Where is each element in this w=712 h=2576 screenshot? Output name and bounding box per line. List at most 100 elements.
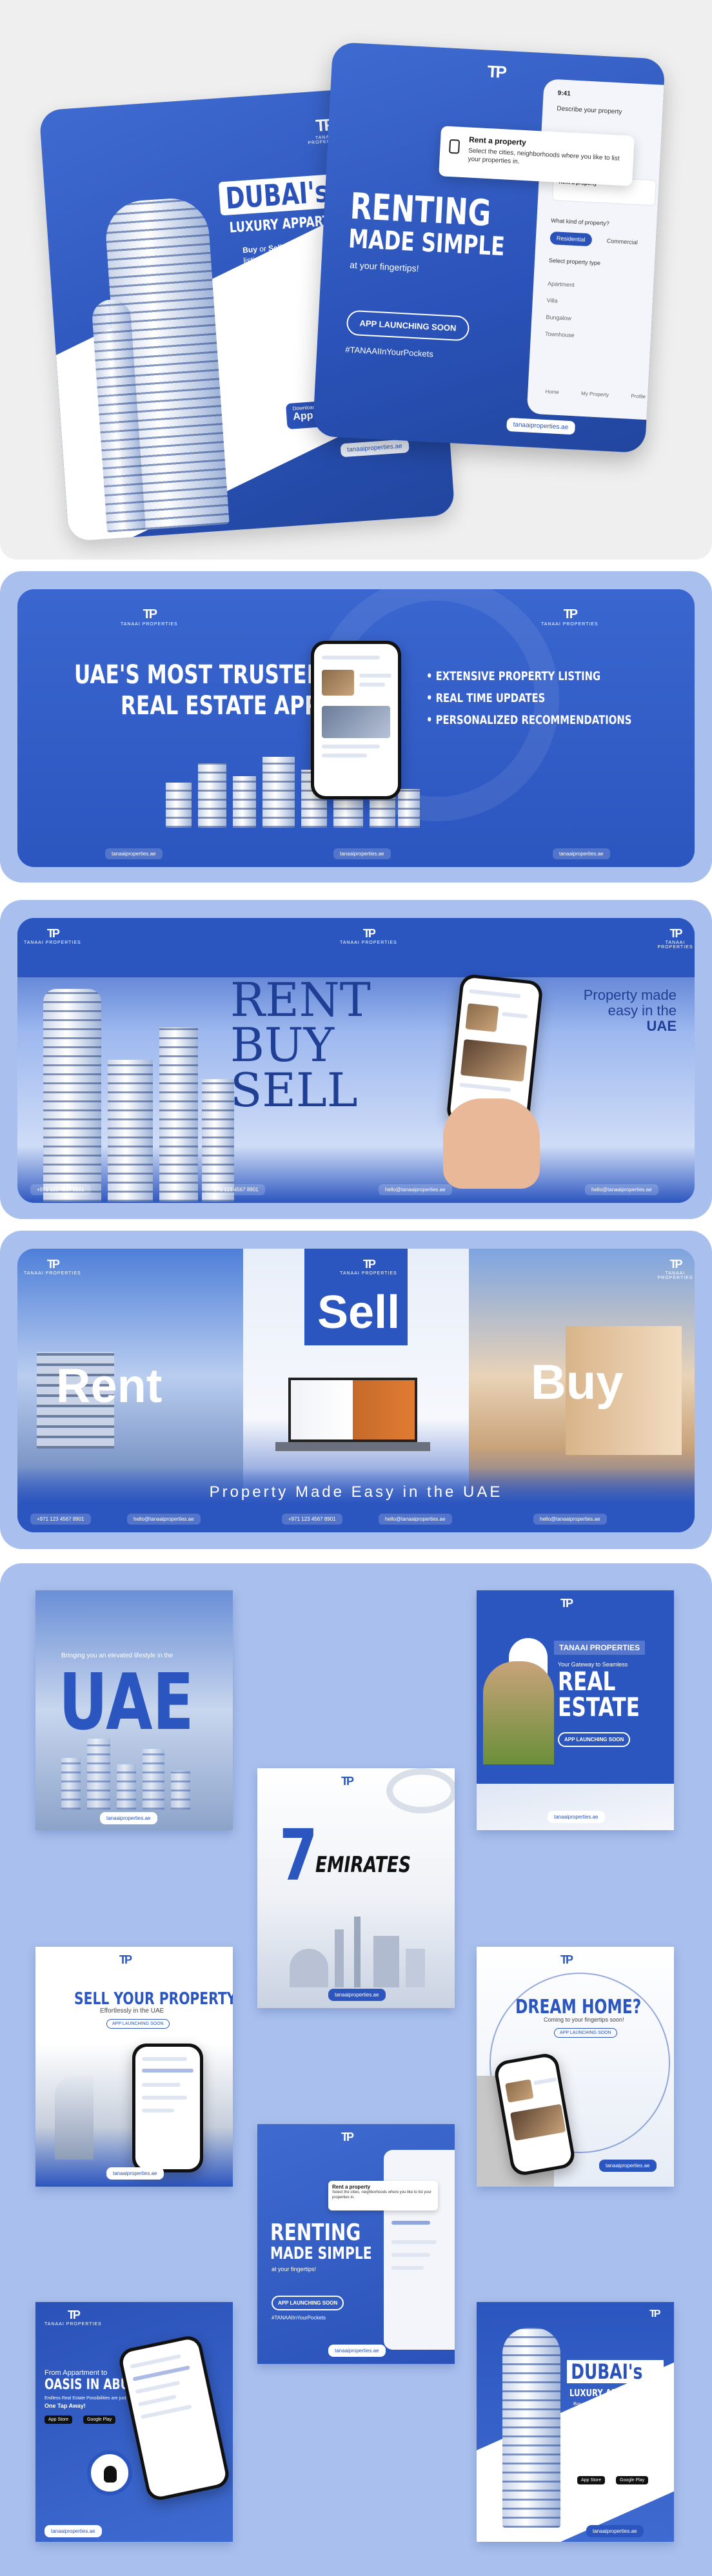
dream-title: DREAM HOME? — [515, 1996, 642, 2018]
logo: TP — [560, 1597, 573, 1610]
phone-chip[interactable]: +971 123 4567 8901 — [30, 1184, 91, 1195]
uae-skyline-image — [61, 1739, 210, 1810]
logo-left: TP TANAAI PROPERTIES — [121, 607, 178, 627]
app-store-badge[interactable]: App Store — [577, 2476, 606, 2484]
pointer-hand-icon — [104, 2466, 117, 2483]
nav-my-property[interactable]: My Property — [581, 391, 609, 398]
option-bungalow[interactable]: Bungalow — [546, 309, 576, 327]
app-launching-button[interactable]: APP LAUNCHING SOON — [558, 1732, 631, 1747]
tab-commercial[interactable]: Commercial — [600, 234, 644, 249]
phone-chip[interactable]: +971 123 4567 8901 — [204, 1184, 265, 1195]
card-logo: TP — [470, 61, 523, 83]
email-chip[interactable]: hello@tanaaiproperties.ae — [379, 1514, 452, 1525]
renting-simple-card: TP RENTING MADE SIMPLE at your fingertip… — [312, 41, 666, 454]
mosque-skyline-image — [283, 1917, 431, 1987]
option-villa[interactable]: Villa — [546, 292, 577, 310]
email-chip[interactable]: hello@tanaaiproperties.ae — [127, 1514, 201, 1525]
logo-mark: TP — [143, 607, 158, 621]
option-townhouse[interactable]: Townhouse — [544, 326, 575, 344]
website-chip[interactable]: tanaaiproperties.ae — [105, 848, 163, 859]
sell-title: SELL YOUR PROPERTY — [74, 1989, 233, 2009]
tower-building-image — [502, 2328, 560, 2528]
phone-screen — [135, 2047, 200, 2169]
headline-line-1: UAE'S MOST TRUSTED — [74, 660, 324, 690]
phone-question-2: Select property type — [548, 257, 601, 267]
app-launching-button[interactable]: APP LAUNCHING SOON — [272, 2296, 344, 2310]
google-play-badge[interactable]: Google Play — [616, 2476, 649, 2484]
app-launching-button[interactable]: APP LAUNCHING SOON — [554, 2028, 617, 2038]
body-or: or — [257, 244, 269, 254]
logo-text: TANAAI PROPERTIES — [121, 622, 178, 627]
logo-text: TANAAI PROPERTIES — [24, 941, 81, 945]
app-store-badge[interactable]: App Store — [44, 2415, 73, 2424]
logo-text: TANAAI PROPERTIES — [541, 622, 598, 627]
website-chip[interactable]: tanaaiproperties.ae — [553, 848, 610, 859]
rent-property-popup[interactable]: Rent a property Select the cities, neigh… — [439, 126, 635, 186]
word-rent: RENT — [230, 973, 371, 1027]
phone-time: 9:41 — [557, 90, 571, 98]
website-chip[interactable]: tanaaiproperties.ae — [599, 2160, 657, 2172]
bullet-recommendations: • PERSONALIZED RECOMMENDATIONS — [426, 713, 632, 727]
hashtag: #TANAAIInYourPockets — [272, 2315, 326, 2321]
feature-bullets: • EXTENSIVE PROPERTY LISTING • REAL TIME… — [426, 665, 689, 731]
portfolio-page: TP TANAAI PROPERTIES DUBAI's LUXURY APPA… — [0, 0, 712, 2576]
oasis-abu-dhabi-post: TP TANAAI PROPERTIES From Appartment to O… — [35, 2302, 233, 2542]
rent-buy-sell-words: RENT BUY SELL — [230, 977, 371, 1113]
nav-profile[interactable]: Profile — [631, 393, 646, 400]
logo: TP — [341, 2131, 354, 2144]
logo-text: TANAAI PROPERTIES — [340, 941, 397, 945]
logo-text: TANAAI PROPERTIES — [24, 1271, 81, 1276]
email-chip[interactable]: hello@tanaaiproperties.ae — [585, 1184, 658, 1195]
popup-title: Rent a property — [332, 2184, 371, 2190]
rent-property-popup[interactable]: Rent a property Select the cities, neigh… — [328, 2181, 438, 2210]
word-sell: SELL — [230, 1063, 358, 1117]
rent-sell-buy-panels-section: Rent Sell Buy TP TANAAI PROPERTIES TP TANA… — [0, 1231, 712, 1549]
nav-home[interactable]: Home — [545, 389, 559, 395]
phone-icon — [449, 139, 460, 154]
phone-chip[interactable]: +971 123 4567 8901 — [30, 1514, 91, 1525]
bullet-updates: • REAL TIME UPDATES — [426, 691, 546, 705]
website-chip[interactable]: tanaaiproperties.ae — [548, 1811, 605, 1823]
google-play-badge[interactable]: Google Play — [83, 2415, 116, 2424]
website-chip[interactable]: tanaaiproperties.ae — [100, 1812, 157, 1824]
phone-chip[interactable]: +971 123 4567 8901 — [282, 1514, 342, 1525]
tab-residential[interactable]: Residential — [549, 231, 592, 247]
logo-mark: TP — [46, 927, 60, 940]
trusted-banner-section: TP TANAAI PROPERTIES TP TANAAI PROPERTIES … — [0, 571, 712, 883]
real-estate-gateway-post: TP TANAAI PROPERTIES Your Gateway to Sea… — [477, 1590, 674, 1830]
logo-mark: TP — [560, 1597, 573, 1610]
website-chip[interactable]: tanaaiproperties.ae — [333, 848, 391, 859]
app-phone-mockup — [311, 641, 401, 799]
tagline: Property Made Easy in the UAE — [209, 1483, 503, 1501]
gateway-title-2: ESTATE — [558, 1693, 640, 1722]
emirates-number: 7 — [279, 1814, 318, 1897]
bullet-listing: • EXTENSIVE PROPERTY LISTING — [426, 669, 601, 683]
app-launching-button[interactable]: APP LAUNCHING SOON — [106, 2019, 170, 2029]
panel-rent-label: Rent — [56, 1359, 163, 1412]
website-chip[interactable]: tanaaiproperties.ae — [328, 1989, 386, 2001]
website-chip[interactable]: tanaaiproperties.ae — [44, 2525, 102, 2537]
option-apartment[interactable]: Apartment — [548, 275, 578, 293]
website-chip[interactable]: tanaaiproperties.ae — [506, 417, 575, 435]
email-chip[interactable]: hello@tanaaiproperties.ae — [533, 1514, 607, 1525]
skyscrapers-image — [30, 963, 243, 1202]
website-chip[interactable]: tanaaiproperties.ae — [328, 2345, 386, 2357]
panel-sell-label: Sell — [317, 1287, 400, 1338]
app-launching-button[interactable]: APP LAUNCHING SOON — [346, 309, 470, 342]
website-chip[interactable]: tanaaiproperties.ae — [586, 2525, 644, 2537]
website-chip[interactable]: tanaaiproperties.ae — [340, 439, 410, 458]
headline-line-2: REAL ESTATE APP — [121, 691, 319, 721]
phone-screen: 9:41 Describe your property Rent a prope… — [526, 79, 666, 421]
logo-center: TP TANAAI PROPERTIES — [340, 1258, 397, 1276]
website-chip[interactable]: tanaaiproperties.ae — [106, 2167, 164, 2180]
keyhole-photo — [483, 1661, 554, 1764]
email-chip[interactable]: hello@tanaaiproperties.ae — [379, 1184, 452, 1195]
logo-mark: TP — [67, 2308, 81, 2321]
logo-left: TP TANAAI PROPERTIES — [24, 927, 81, 945]
logo-mark: TP — [563, 607, 578, 621]
tag-line-2: easy in the — [608, 1002, 677, 1019]
body-sell: Sell — [268, 242, 282, 253]
oasis-line-3: Endless Real Estate Possibilities are ju… — [44, 2396, 126, 2401]
gateway-title-1: REAL — [558, 1667, 616, 1697]
logo-right: TP TANAAI PROPERTIES — [656, 927, 695, 950]
